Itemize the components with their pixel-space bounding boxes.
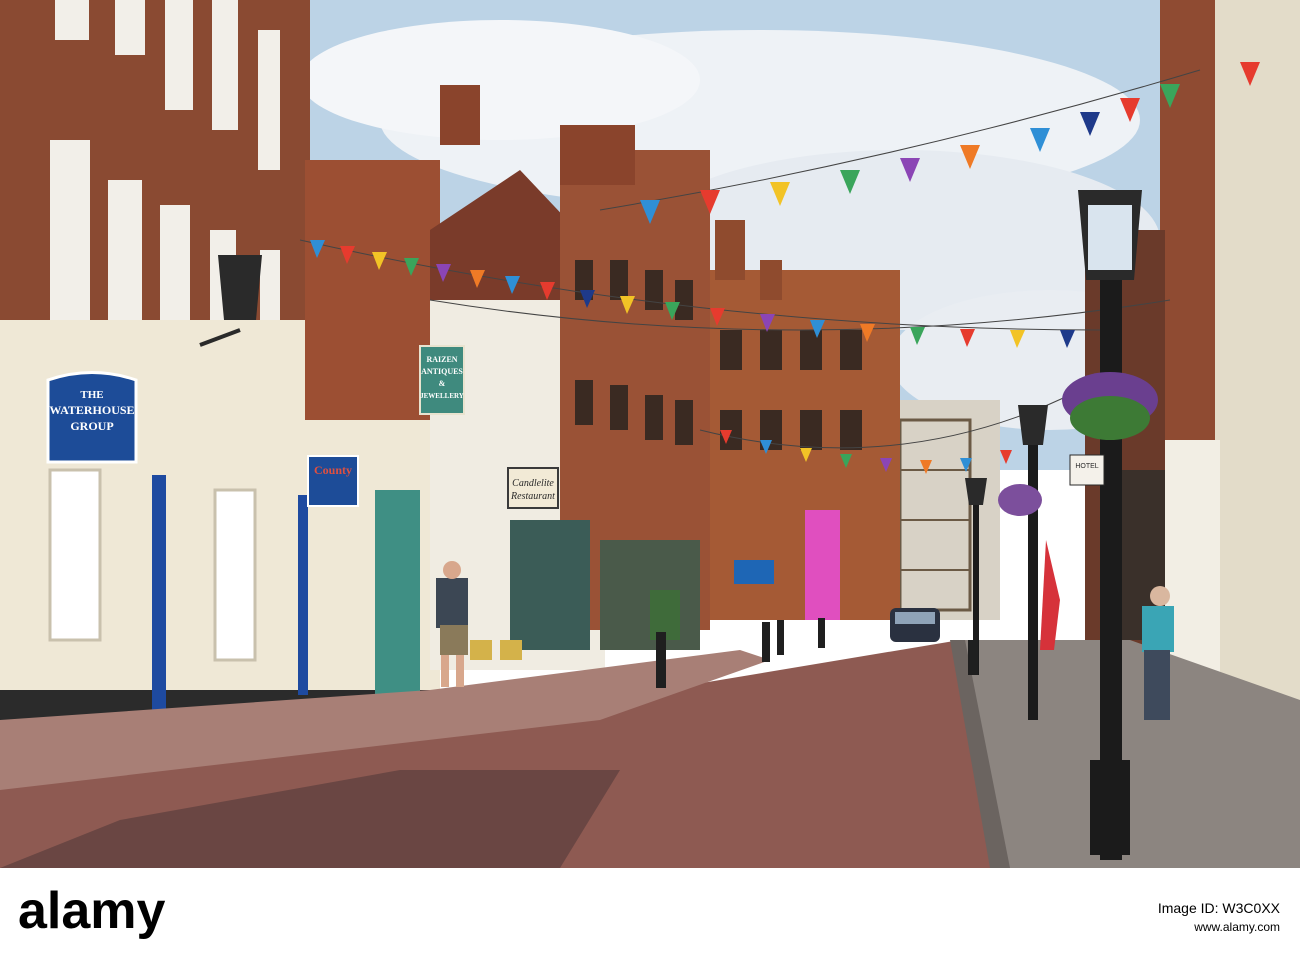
candlelite-restaurant-sign: Candlelite Restaurant	[507, 467, 559, 509]
street-scene-photo: THE WATERHOUSE GROUP County RAIZEN ANTIQ…	[0, 0, 1300, 868]
watermark-band: alamy Image ID: W3C0XX www.alamy.com	[0, 868, 1300, 957]
cream-building-right	[1215, 0, 1300, 740]
svg-text:WATERHOUSE: WATERHOUSE	[49, 403, 134, 417]
svg-text:THE: THE	[80, 389, 103, 401]
waterhouse-group-sign: THE WATERHOUSE GROUP	[46, 371, 138, 464]
antiques-jewellery-sign: RAIZEN ANTIQUES & JEWELLERY	[419, 345, 465, 415]
svg-text:RAIZEN: RAIZEN	[426, 355, 457, 364]
svg-text:GROUP: GROUP	[70, 419, 113, 433]
wall-lamp	[218, 255, 262, 320]
svg-text:&: &	[439, 379, 446, 388]
county-sign: County	[307, 455, 359, 507]
cloud	[300, 20, 700, 140]
parked-car	[890, 608, 940, 642]
hotel-sign: HOTEL	[1069, 454, 1105, 486]
svg-text:alamy: alamy	[18, 882, 166, 940]
image-id: Image ID: W3C0XX	[1157, 900, 1280, 916]
svg-text:Restaurant: Restaurant	[510, 491, 555, 502]
pink-shopfront	[805, 510, 840, 620]
red-parasol	[1040, 540, 1060, 650]
svg-text:Candlelite: Candlelite	[512, 478, 554, 489]
green-shutter	[375, 490, 420, 695]
svg-text:JEWELLERY: JEWELLERY	[420, 392, 464, 400]
svg-text:HOTEL: HOTEL	[1075, 463, 1098, 470]
person-woman	[1142, 586, 1174, 720]
blue-info-board	[734, 560, 774, 584]
alamy-logo: alamy	[18, 882, 166, 940]
watermark-url: www.alamy.com	[1194, 920, 1280, 934]
svg-text:County: County	[314, 463, 352, 477]
shop-window	[510, 520, 590, 650]
svg-text:ANTIQUES: ANTIQUES	[421, 367, 463, 376]
